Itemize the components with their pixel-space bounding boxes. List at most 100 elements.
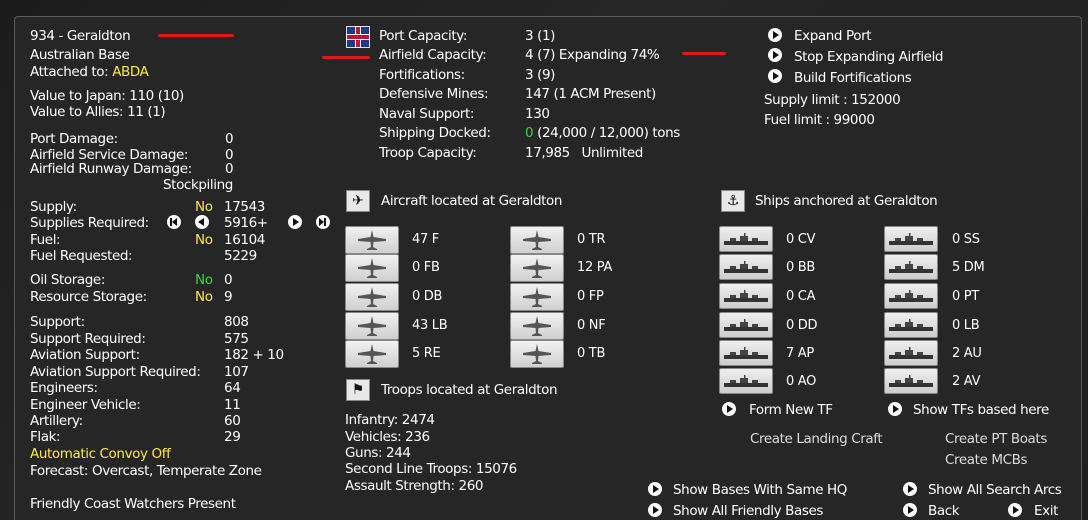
fuel-requested-label: Fuel Requested: <box>30 248 133 264</box>
aircraft-torpedo-bombers-button[interactable] <box>510 340 564 368</box>
naval-support-value: 130 <box>525 106 550 122</box>
build-fortifications-button[interactable]: Build Fortifications <box>794 70 912 86</box>
show-tfs-arrow-icon[interactable] <box>888 402 902 416</box>
attached-to: Attached to: ABDA <box>30 64 149 80</box>
uk-flag-icon <box>346 26 370 48</box>
red-annotation-mark <box>682 52 726 55</box>
troops-assault-strength: Assault Strength: 260 <box>345 478 484 494</box>
show-bases-same-hq-button[interactable]: Show Bases With Same HQ <box>673 482 847 498</box>
form-new-tf-arrow-icon[interactable] <box>722 402 736 416</box>
show-all-friendly-bases-arrow-icon[interactable] <box>648 503 662 517</box>
value-to-allies: Value to Allies: 11 (1) <box>30 104 166 120</box>
ship-count-label: 0 CV <box>786 232 816 247</box>
support-required-value: 575 <box>224 331 249 347</box>
aircraft-dive-bombers-button[interactable] <box>345 283 399 311</box>
artillery-value: 60 <box>224 413 241 429</box>
aircraft-count-label: 0 TR <box>577 232 606 247</box>
ships-heavy-cruisers-button[interactable] <box>719 283 773 309</box>
resource-storage-label: Resource Storage: <box>30 289 147 305</box>
expand-port-button[interactable]: Expand Port <box>794 28 872 44</box>
ships-carriers-button[interactable] <box>719 226 773 252</box>
show-all-search-arcs-button[interactable]: Show All Search Arcs <box>928 482 1062 498</box>
ship-count-label: 2 AV <box>952 374 981 389</box>
oil-storage-label: Oil Storage: <box>30 272 105 288</box>
aircraft-count-label: 43 LB <box>412 318 448 333</box>
exit-arrow-icon[interactable] <box>1008 503 1022 517</box>
aircraft-patrol-button[interactable] <box>510 254 564 282</box>
supply-increase-fast-icon[interactable] <box>316 215 330 229</box>
stop-expanding-airfield-button[interactable]: Stop Expanding Airfield <box>794 49 944 65</box>
aircraft-count-label: 12 PA <box>577 260 613 275</box>
aircraft-night-fighters-button[interactable] <box>510 312 564 340</box>
port-damage-value: 0 <box>225 131 234 147</box>
ships-oilers-button[interactable] <box>719 368 773 394</box>
supply-increase-icon[interactable] <box>288 215 302 229</box>
fuel-limit: Fuel limit : 99000 <box>764 112 875 128</box>
ships-destroyers-button[interactable] <box>719 312 773 338</box>
stop-expanding-airfield-arrow-icon[interactable] <box>768 48 782 62</box>
aircraft-fighter-bombers-button[interactable] <box>345 254 399 282</box>
stockpiling-toggle[interactable]: Stockpiling <box>163 177 233 193</box>
ship-count-label: 0 AO <box>786 374 817 389</box>
show-bases-same-hq-arrow-icon[interactable] <box>648 482 662 496</box>
coast-watchers-status: Friendly Coast Watchers Present <box>30 496 236 512</box>
base-type: Australian Base <box>30 47 130 63</box>
form-new-tf-button[interactable]: Form New TF <box>749 402 833 418</box>
ships-minelayers-button[interactable] <box>884 254 938 280</box>
ship-count-label: 5 DM <box>952 260 985 275</box>
show-all-friendly-bases-button[interactable]: Show All Friendly Bases <box>673 503 823 519</box>
ship-count-label: 2 AU <box>952 346 982 361</box>
aircraft-recon-button[interactable] <box>345 340 399 368</box>
resource-storage-flag[interactable]: No <box>195 289 213 305</box>
ship-count-label: 0 BB <box>786 260 816 275</box>
ships-submarines-button[interactable] <box>884 226 938 252</box>
port-capacity-value: 3 (1) <box>525 28 556 44</box>
ships-pt-boats-button[interactable] <box>884 283 938 309</box>
aircraft-count-label: 0 FB <box>412 260 440 275</box>
aircraft-fighters-button[interactable] <box>345 226 399 254</box>
supply-decrease-fast-icon[interactable] <box>167 215 181 229</box>
fuel-value: 16104 <box>224 232 265 248</box>
ships-battleships-button[interactable] <box>719 254 773 280</box>
ships-auxiliaries-button[interactable] <box>884 340 938 366</box>
base-title: 934 - Geraldton <box>30 28 131 44</box>
aircraft-transports-button[interactable] <box>510 226 564 254</box>
attached-hq-link[interactable]: ABDA <box>112 64 149 80</box>
aircraft-count-label: 5 RE <box>412 346 441 361</box>
oil-storage-flag[interactable]: No <box>195 272 213 288</box>
port-capacity-label: Port Capacity: <box>379 28 468 44</box>
aircraft-icon: ✈ <box>346 190 370 212</box>
ships-transports-button[interactable] <box>719 340 773 366</box>
supply-decrease-icon[interactable] <box>195 215 209 229</box>
fuel-flag[interactable]: No <box>195 232 213 248</box>
anchor-icon: ⚓ <box>721 190 745 212</box>
airfield-runway-damage-label: Airfield Runway Damage: <box>30 161 192 177</box>
create-mcbs-button[interactable]: Create MCBs <box>945 452 1028 468</box>
exit-button[interactable]: Exit <box>1034 503 1058 519</box>
artillery-label: Artillery: <box>30 413 83 429</box>
ship-count-label: 0 DD <box>786 318 818 333</box>
show-tfs-based-here-button[interactable]: Show TFs based here <box>913 402 1049 418</box>
ships-landing-barges-button[interactable] <box>884 312 938 338</box>
aircraft-count-label: 0 FP <box>577 289 604 304</box>
ship-count-label: 0 SS <box>952 232 980 247</box>
back-button[interactable]: Back <box>928 503 960 519</box>
aircraft-level-bombers-button[interactable] <box>345 312 399 340</box>
troops-vehicles: Vehicles: 236 <box>345 429 430 445</box>
back-arrow-icon[interactable] <box>903 503 917 517</box>
aircraft-float-planes-button[interactable] <box>510 283 564 311</box>
create-landing-craft-button[interactable]: Create Landing Craft <box>750 431 883 447</box>
expand-port-arrow-icon[interactable] <box>768 28 782 42</box>
create-pt-boats-button[interactable]: Create PT Boats <box>945 431 1047 447</box>
build-fortifications-arrow-icon[interactable] <box>768 69 782 83</box>
supply-label: Supply: <box>30 199 77 215</box>
ships-section-title: Ships anchored at Geraldton <box>755 193 938 209</box>
aircraft-count-label: 0 NF <box>577 318 606 333</box>
red-annotation-mark <box>322 56 370 59</box>
automatic-convoy-toggle[interactable]: Automatic Convoy Off <box>30 446 171 462</box>
shipping-docked-value: 0 (24,000 / 12,000) tons <box>525 125 680 141</box>
supply-flag[interactable]: No <box>195 199 213 215</box>
show-all-search-arcs-arrow-icon[interactable] <box>903 482 917 496</box>
supply-limit: Supply limit : 152000 <box>764 92 901 108</box>
ships-seaplane-tenders-button[interactable] <box>884 368 938 394</box>
